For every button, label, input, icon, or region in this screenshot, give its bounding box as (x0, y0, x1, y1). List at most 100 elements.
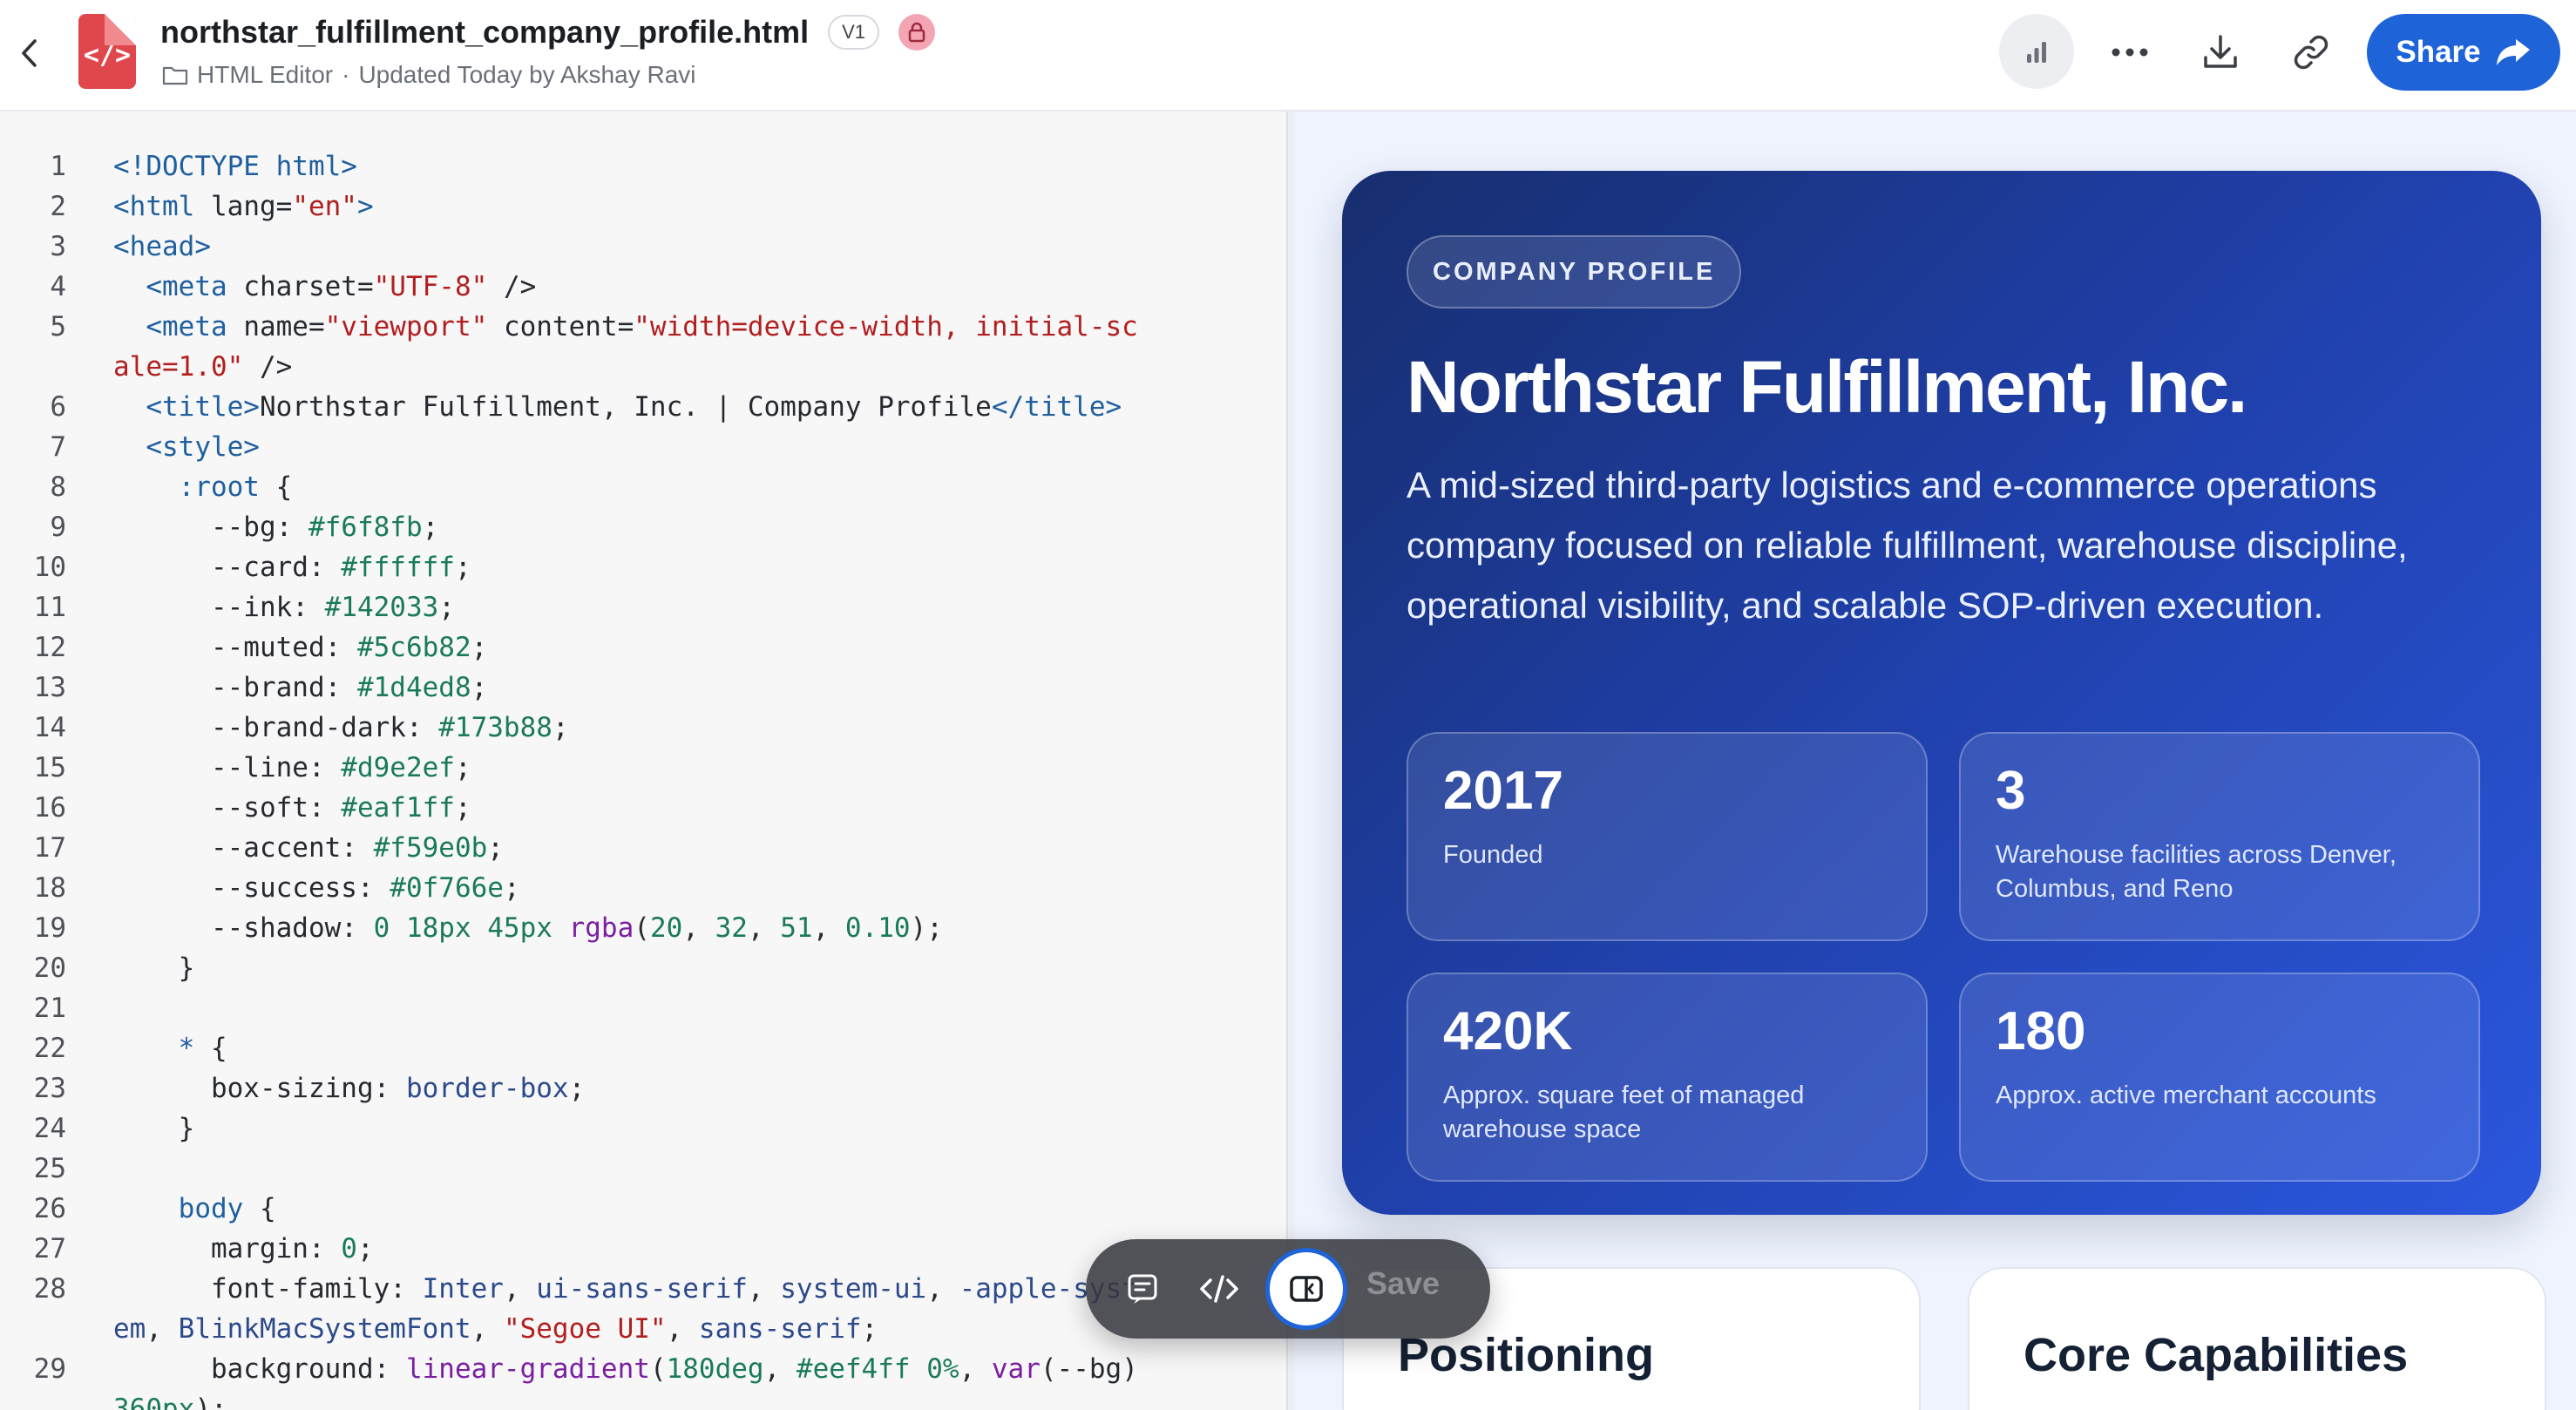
code-line-text[interactable]: } (66, 1108, 1138, 1149)
stats-button[interactable] (1999, 14, 2074, 89)
stat-value: 180 (1996, 1001, 2086, 1061)
code-lines[interactable]: 1 <!DOCTYPE html> 2 <html lang="en"> 3 <head>… (0, 112, 1286, 1410)
code-view-button[interactable] (1189, 1258, 1250, 1319)
stat-label: Approx. active merchant accounts (1996, 1081, 2376, 1109)
code-line[interactable]: 14 --brand-dark: #173b88; (0, 708, 1286, 748)
code-line[interactable]: 3 <head> (0, 227, 1286, 267)
stat-label: Approx. square feet of managed warehouse… (1443, 1081, 1805, 1143)
split-view-icon (1290, 1276, 1323, 1302)
download-button[interactable] (2194, 26, 2247, 78)
code-line-text[interactable]: --line: #d9e2ef; (66, 748, 1138, 788)
version-badge[interactable]: V1 (828, 15, 880, 50)
stat-card-founded: 2017 Founded (1407, 732, 1928, 941)
stat-card-square-feet: 420K Approx. square feet of managed ware… (1407, 973, 1928, 1182)
code-line-text[interactable]: --soft: #eaf1ff; (66, 788, 1138, 828)
line-number: 20 (33, 952, 66, 984)
code-line-text[interactable]: margin: 0; (66, 1229, 1138, 1269)
stat-value: 420K (1443, 1001, 1573, 1061)
line-number: 22 (33, 1033, 66, 1064)
code-line-text[interactable]: <head> (66, 227, 1138, 267)
more-button[interactable] (2104, 26, 2156, 78)
line-number: 5 (50, 311, 66, 342)
code-line-text[interactable]: <title>Northstar Fulfillment, Inc. | Com… (66, 387, 1138, 427)
code-line-text[interactable]: --brand-dark: #173b88; (66, 708, 1138, 748)
code-line-text[interactable]: * { (66, 1028, 1138, 1068)
code-line[interactable]: 29 background: linear-gradient(180deg, #… (0, 1349, 1286, 1410)
code-line-text[interactable]: --bg: #f6f8fb; (66, 507, 1138, 547)
stat-value: 3 (1996, 761, 2026, 821)
code-line[interactable]: 5 <meta name="viewport" content="width=d… (0, 307, 1286, 387)
line-number: 21 (33, 993, 66, 1024)
code-line[interactable]: 18 --success: #0f766e; (0, 868, 1286, 908)
code-line[interactable]: 7 <style> (0, 427, 1286, 467)
code-line-text[interactable]: --ink: #142033; (66, 587, 1138, 627)
line-number: 24 (33, 1113, 66, 1144)
code-line[interactable]: 10 --card: #ffffff; (0, 547, 1286, 587)
code-line[interactable]: 16 --soft: #eaf1ff; (0, 788, 1286, 828)
code-line-text[interactable]: <style> (66, 427, 1138, 467)
file-location[interactable]: HTML Editor (197, 61, 333, 89)
code-line[interactable]: 26 body { (0, 1189, 1286, 1229)
line-number: 15 (33, 752, 66, 783)
line-number: 8 (50, 471, 66, 503)
code-line-text[interactable] (66, 1149, 1138, 1189)
code-line-text[interactable]: :root { (66, 467, 1138, 507)
stat-card-merchants: 180 Approx. active merchant accounts (1959, 973, 2480, 1182)
code-line-text[interactable]: --shadow: 0 18px 45px rgba(20, 32, 51, 0… (66, 908, 1138, 948)
code-editor[interactable]: 1 <!DOCTYPE html> 2 <html lang="en"> 3 <head>… (0, 112, 1286, 1410)
updated-info: Updated Today by Akshay Ravi (358, 61, 696, 88)
code-line-text[interactable]: } (66, 948, 1138, 988)
code-line[interactable]: 11 --ink: #142033; (0, 587, 1286, 627)
code-line[interactable]: 4 <meta charset="UTF-8" /> (0, 267, 1286, 307)
code-line[interactable]: 25 (0, 1149, 1286, 1189)
code-line[interactable]: 8 :root { (0, 467, 1286, 507)
code-line-text[interactable] (66, 988, 1138, 1028)
section-card-core-capabilities: Core Capabilities (1968, 1267, 2546, 1410)
hero-card: COMPANY PROFILE Northstar Fulfillment, I… (1342, 171, 2541, 1215)
file-icon-fold (105, 14, 136, 45)
code-line[interactable]: 9 --bg: #f6f8fb; (0, 507, 1286, 547)
back-button[interactable] (12, 31, 47, 75)
stat-label: Warehouse facilities across Denver, Colu… (1996, 841, 2396, 903)
code-line[interactable]: 22 * { (0, 1028, 1286, 1068)
lock-badge[interactable] (898, 14, 936, 51)
code-line-text[interactable]: body { (66, 1189, 1138, 1229)
code-line-text[interactable]: --accent: #f59e0b; (66, 828, 1138, 868)
code-line-text[interactable]: <!DOCTYPE html> (66, 146, 1138, 186)
line-number: 26 (33, 1193, 66, 1224)
code-line-text[interactable]: <html lang="en"> (66, 186, 1138, 227)
code-line-text[interactable]: background: linear-gradient(180deg, #eef… (66, 1349, 1138, 1410)
split-view-button[interactable] (1265, 1248, 1347, 1330)
code-line[interactable]: 13 --brand: #1d4ed8; (0, 668, 1286, 708)
comments-button[interactable] (1112, 1258, 1173, 1319)
code-line-text[interactable]: --success: #0f766e; (66, 868, 1138, 908)
folder-icon (162, 66, 188, 85)
code-line[interactable]: 12 --muted: #5c6b82; (0, 627, 1286, 668)
file-subtitle: HTML Editor · Updated Today by Akshay Ra… (162, 61, 696, 89)
view-mode-toolbar: Save (1086, 1239, 1490, 1339)
code-line-text[interactable]: <meta name="viewport" content="width=dev… (66, 307, 1138, 387)
code-line-text[interactable]: font-family: Inter, ui-sans-serif, syste… (66, 1269, 1138, 1349)
code-line-text[interactable]: --muted: #5c6b82; (66, 627, 1138, 668)
code-line-text[interactable]: --brand: #1d4ed8; (66, 668, 1138, 708)
file-title[interactable]: northstar_fulfillment_company_profile.ht… (160, 14, 809, 51)
code-line[interactable]: 17 --accent: #f59e0b; (0, 828, 1286, 868)
code-line[interactable]: 2 <html lang="en"> (0, 186, 1286, 227)
code-line[interactable]: 24 } (0, 1108, 1286, 1149)
pane-divider[interactable] (1286, 112, 1295, 1410)
code-line[interactable]: 19 --shadow: 0 18px 45px rgba(20, 32, 51… (0, 908, 1286, 948)
code-line-text[interactable]: --card: #ffffff; (66, 547, 1138, 587)
line-number: 27 (33, 1233, 66, 1264)
code-line[interactable]: 23 box-sizing: border-box; (0, 1068, 1286, 1108)
code-line[interactable]: 6 <title>Northstar Fulfillment, Inc. | C… (0, 387, 1286, 427)
save-button[interactable]: Save (1366, 1265, 1440, 1302)
code-line[interactable]: 15 --line: #d9e2ef; (0, 748, 1286, 788)
copy-link-button[interactable] (2285, 26, 2337, 78)
code-line[interactable]: 1 <!DOCTYPE html> (0, 146, 1286, 186)
code-line-text[interactable]: <meta charset="UTF-8" /> (66, 267, 1138, 307)
line-number: 29 (33, 1353, 66, 1385)
share-button[interactable]: Share (2367, 14, 2560, 91)
code-line[interactable]: 21 (0, 988, 1286, 1028)
code-line-text[interactable]: box-sizing: border-box; (66, 1068, 1138, 1108)
code-line[interactable]: 20 } (0, 948, 1286, 988)
